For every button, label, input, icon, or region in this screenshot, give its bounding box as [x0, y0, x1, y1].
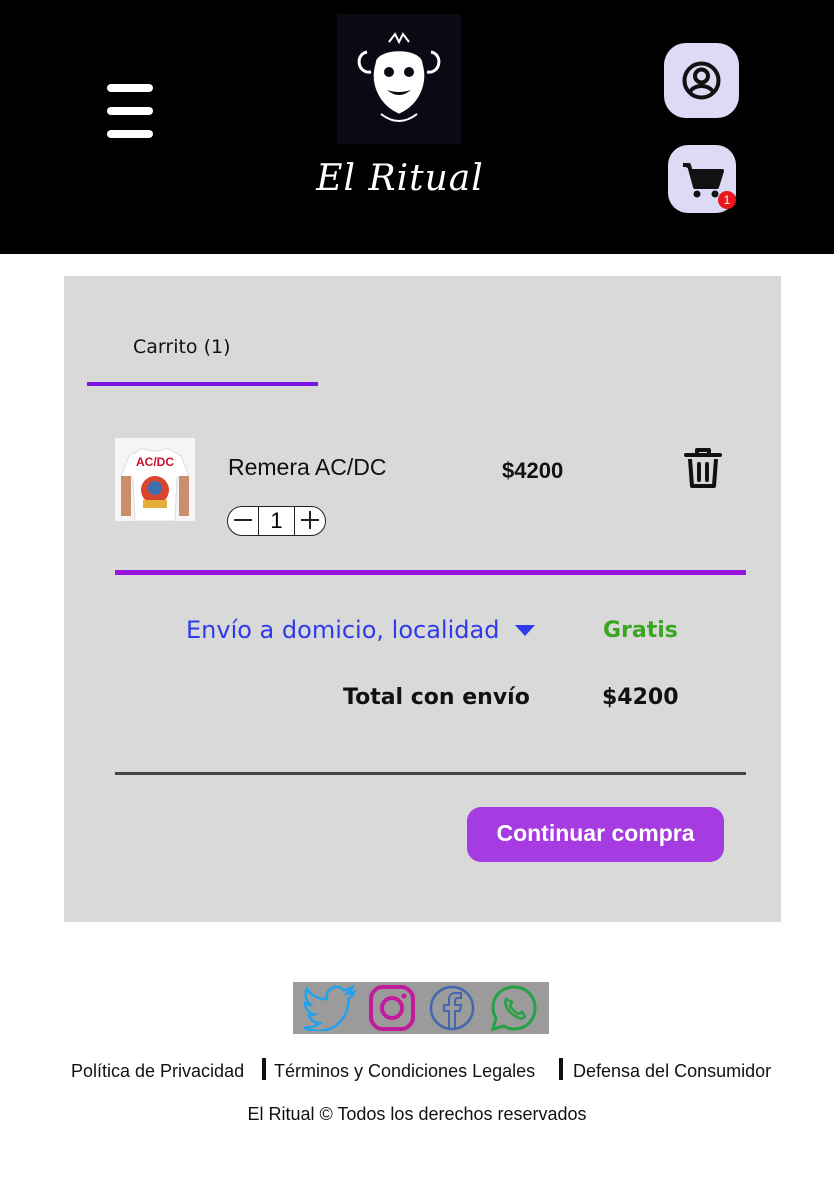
twitter-icon[interactable]: [302, 983, 357, 1033]
menu-bar: [107, 84, 153, 92]
continue-purchase-button[interactable]: Continuar compra: [467, 807, 724, 862]
cart-count-badge: 1: [718, 191, 736, 209]
increase-quantity-button[interactable]: [295, 507, 325, 534]
quantity-stepper: 1: [227, 506, 326, 536]
shipping-select[interactable]: Envío a domicio, localidad: [186, 616, 536, 644]
terms-link[interactable]: Términos y Condiciones Legales: [274, 1061, 535, 1082]
copyright-notice: El Ritual © Todos los derechos reservado…: [247, 1104, 587, 1124]
tab-active-indicator: [87, 382, 318, 386]
cart-panel: Carrito (1) AC/DC Remera AC/DC 1 $4200 E…: [64, 276, 781, 922]
menu-bar: [107, 107, 153, 115]
product-image[interactable]: AC/DC: [115, 438, 195, 521]
decrease-quantity-button[interactable]: [228, 507, 258, 534]
product-image-print: AC/DC: [136, 455, 174, 469]
facebook-icon[interactable]: [427, 985, 477, 1031]
total-value: $4200: [602, 685, 679, 710]
separator: [559, 1058, 563, 1080]
account-button[interactable]: [664, 43, 739, 118]
whatsapp-icon[interactable]: [489, 985, 539, 1032]
social-links: [293, 982, 549, 1034]
shipping-cost: Gratis: [603, 618, 678, 643]
shipping-option: Envío a domicio, localidad: [186, 616, 500, 644]
privacy-policy-link[interactable]: Política de Privacidad: [71, 1061, 244, 1082]
remove-item-button[interactable]: [682, 446, 724, 490]
chevron-down-icon: [515, 624, 536, 636]
tab-cart-label: Carrito (1): [133, 336, 231, 358]
footer-links: Política de Privacidad Términos y Condic…: [0, 1058, 834, 1084]
instagram-icon[interactable]: [367, 985, 417, 1031]
product-price: $4200: [502, 458, 564, 483]
menu-bar: [107, 130, 153, 138]
tshirt-icon: AC/DC: [115, 438, 195, 521]
menu-icon[interactable]: [107, 84, 153, 138]
user-icon: [682, 61, 721, 100]
item-divider: [115, 570, 746, 575]
tab-cart[interactable]: Carrito (1): [87, 328, 318, 386]
separator: [262, 1058, 266, 1080]
brand-logo[interactable]: [337, 14, 461, 144]
site-header: El Ritual 1: [0, 0, 834, 254]
total-label: Total con envío: [343, 685, 530, 710]
consumer-defense-link[interactable]: Defensa del Consumidor: [573, 1061, 771, 1082]
trash-icon: [684, 448, 722, 488]
summary-divider: [115, 772, 746, 775]
cart-button[interactable]: 1: [668, 145, 736, 213]
product-name[interactable]: Remera AC/DC: [228, 454, 386, 481]
brand-name: El Ritual: [316, 158, 484, 199]
demon-mask-icon: [357, 32, 441, 122]
quantity-value[interactable]: 1: [257, 507, 296, 535]
